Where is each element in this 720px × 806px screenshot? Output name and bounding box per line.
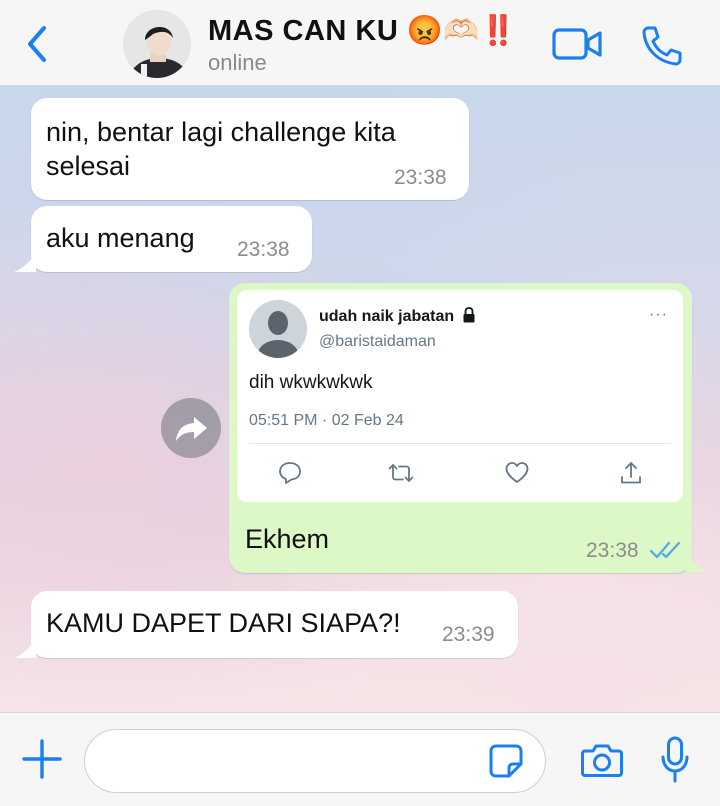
message-bubble-incoming[interactable]: nin, bentar lagi challenge kita selesai … bbox=[31, 98, 469, 200]
contact-name[interactable]: MAS CAN KU 😡🫶🏻‼️ bbox=[208, 14, 517, 48]
message-text: nin, bentar lagi challenge kita bbox=[46, 117, 396, 147]
retweet-icon bbox=[388, 464, 414, 482]
microphone-icon bbox=[661, 736, 689, 783]
video-camera-icon bbox=[552, 28, 602, 60]
camera-button[interactable] bbox=[580, 741, 624, 779]
message-text: Ekhem bbox=[245, 524, 330, 554]
voice-call-button[interactable] bbox=[640, 24, 684, 66]
contact-status: online bbox=[208, 50, 267, 75]
back-button[interactable] bbox=[22, 22, 52, 66]
bubble-tail bbox=[14, 252, 36, 272]
sticker-icon bbox=[489, 744, 523, 778]
message-input[interactable] bbox=[84, 729, 546, 793]
lock-icon bbox=[463, 307, 475, 323]
contact-avatar[interactable] bbox=[123, 10, 191, 78]
more-options-icon[interactable]: ··· bbox=[649, 306, 668, 324]
double-check-read-icon bbox=[649, 541, 681, 559]
bubble-tail bbox=[686, 552, 708, 572]
like-button[interactable] bbox=[504, 460, 530, 486]
message-bubble-incoming[interactable]: KAMU DAPET DARI SIAPA?! 23:39 bbox=[31, 591, 518, 658]
message-timestamp: 23:39 bbox=[442, 623, 495, 646]
attach-button[interactable] bbox=[22, 739, 62, 779]
message-text: KAMU DAPET DARI SIAPA?! bbox=[46, 608, 401, 638]
message-text: aku menang bbox=[46, 223, 195, 253]
plus-icon bbox=[22, 739, 62, 779]
share-button[interactable] bbox=[618, 460, 644, 486]
microphone-button[interactable] bbox=[660, 735, 690, 785]
tweet-author-name: udah naik jabatan bbox=[319, 307, 476, 326]
avatar-photo bbox=[123, 10, 191, 78]
message-timestamp: 23:38 bbox=[237, 238, 290, 261]
message-text-line2: selesai bbox=[46, 151, 131, 181]
bubble-tail bbox=[14, 638, 36, 658]
forward-button[interactable] bbox=[161, 398, 221, 458]
forward-arrow-icon bbox=[176, 417, 207, 441]
message-bubble-incoming[interactable]: aku menang 23:38 bbox=[31, 206, 312, 272]
message-input-bar bbox=[0, 712, 720, 806]
default-avatar-icon bbox=[249, 300, 307, 358]
tweet-divider bbox=[249, 443, 671, 444]
camera-icon bbox=[581, 744, 623, 777]
share-icon bbox=[621, 462, 641, 484]
tweet-preview-card[interactable]: udah naik jabatan @baristaidaman ··· dih… bbox=[237, 290, 683, 502]
reply-icon bbox=[279, 462, 301, 484]
message-timestamp: 23:38 bbox=[586, 539, 639, 562]
message-timestamp: 23:38 bbox=[394, 166, 447, 189]
tweet-author-handle: @baristaidaman bbox=[319, 333, 436, 350]
heart-icon bbox=[505, 462, 529, 483]
sticker-button[interactable] bbox=[488, 743, 524, 779]
tweet-date: 05:51 PM · 02 Feb 24 bbox=[249, 412, 404, 429]
reply-button[interactable] bbox=[277, 460, 303, 486]
retweet-button[interactable] bbox=[388, 460, 414, 486]
tweet-text: dih wkwkwkwk bbox=[249, 372, 373, 393]
chevron-left-icon bbox=[28, 26, 46, 62]
chat-header: MAS CAN KU 😡🫶🏻‼️ online bbox=[0, 0, 720, 86]
video-call-button[interactable] bbox=[552, 26, 604, 62]
phone-icon bbox=[642, 26, 682, 66]
tweet-avatar bbox=[249, 300, 307, 358]
